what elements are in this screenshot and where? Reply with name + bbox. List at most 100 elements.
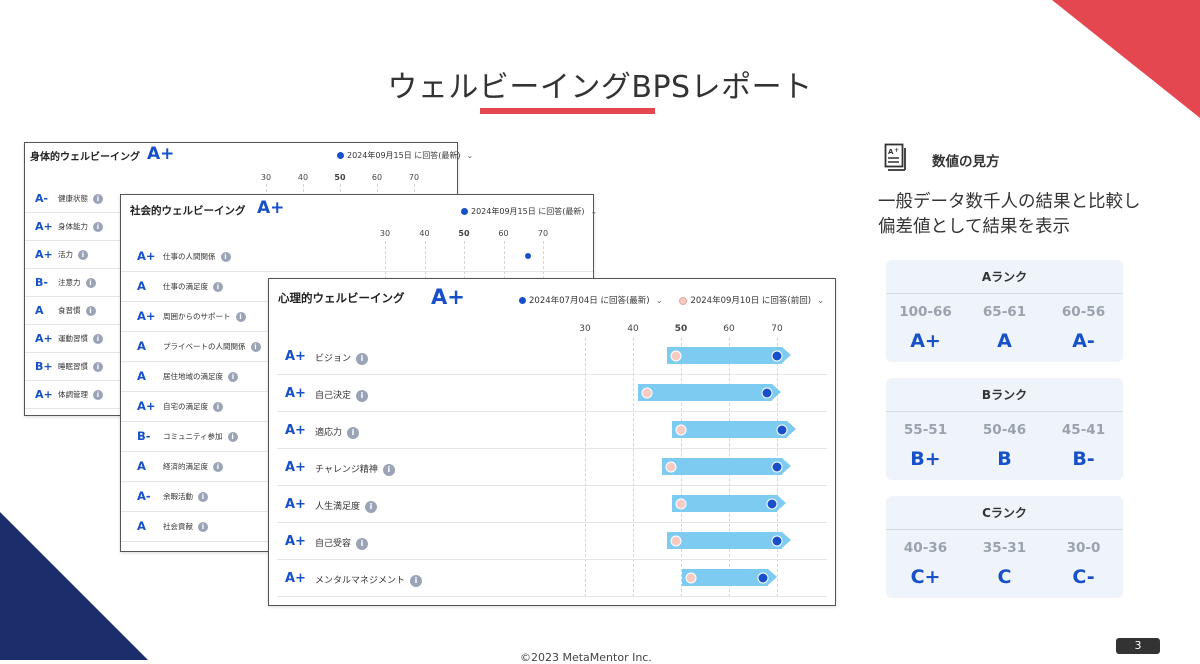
rank-range: 40-36 [903, 540, 948, 556]
date-selector[interactable]: 2024年09月15日 に回答(最新) ⌄ [461, 206, 597, 217]
info-icon[interactable]: i [213, 402, 223, 412]
info-icon[interactable]: i [93, 334, 103, 344]
info-icon[interactable]: i [85, 278, 96, 288]
row-label: 体調管理 i [58, 389, 103, 400]
date-selector[interactable]: 2024年09月15日 に回答(最新) ⌄ [337, 150, 473, 161]
rank-range: 35-31 [982, 540, 1027, 556]
info-icon[interactable]: i [85, 306, 96, 316]
axis-tick-label: 30 [379, 229, 391, 238]
row-label: 健康状態 i [58, 193, 103, 204]
row-label-text: 睡眠習慣 [58, 362, 88, 371]
previous-score-point [675, 424, 687, 435]
row-grade: B- [137, 429, 151, 443]
info-icon[interactable]: i [93, 194, 103, 204]
previous-dot-icon [679, 296, 688, 305]
description-line: 偏差値として結果を表示 [878, 217, 1070, 237]
score-row: A+ 人生満足度 i [277, 486, 827, 523]
info-icon[interactable]: i [250, 342, 261, 352]
info-icon[interactable]: i [198, 492, 208, 502]
rank-divider [886, 411, 1123, 412]
axis-tick-label: 30 [579, 324, 591, 334]
info-icon[interactable]: i [356, 352, 369, 365]
row-grade: A+ [285, 534, 306, 549]
row-label: 社会貢献 i [163, 521, 208, 532]
row-label: 余暇活動 i [163, 491, 208, 502]
rank-range: 100-66 [899, 304, 952, 320]
row-label-text: 注意力 [58, 278, 81, 287]
row-label-text: 体調管理 [58, 390, 88, 399]
score-bar [672, 421, 796, 438]
info-icon[interactable]: i [198, 522, 208, 532]
row-label-text: 食習慣 [58, 306, 81, 315]
row-grade: A+ [137, 399, 156, 413]
info-icon[interactable]: i [213, 282, 223, 292]
info-icon[interactable]: i [78, 250, 88, 260]
info-icon[interactable]: i [356, 537, 369, 550]
row-label-text: コミュニティ参加 [163, 432, 223, 441]
rank-title: Aランク [981, 270, 1028, 284]
info-icon[interactable]: i [410, 574, 423, 587]
current-score-point [776, 424, 788, 435]
row-label: 周囲からのサポート i [163, 311, 246, 322]
info-icon[interactable]: i [228, 372, 238, 382]
row-grade: A+ [35, 248, 53, 261]
info-icon[interactable]: i [93, 222, 103, 232]
info-icon[interactable]: i [235, 312, 246, 322]
info-icon[interactable]: i [227, 432, 238, 442]
score-row: A+ 適応力 i [277, 412, 827, 449]
current-score-point [525, 253, 531, 259]
info-icon[interactable]: i [365, 500, 378, 513]
row-grade: A+ [285, 571, 306, 586]
row-label: 自己受容 i [315, 536, 369, 550]
score-row: A+ 自己受容 i [277, 523, 827, 560]
legend-current-selector[interactable]: 2024年07月04日 に回答(最新) ⌄ [519, 296, 663, 306]
chevron-down-icon: ⌄ [655, 296, 663, 306]
row-label: 睡眠習慣 i [58, 361, 103, 372]
axis-tick-label: 60 [498, 229, 509, 238]
chevron-down-icon: ⌄ [590, 207, 598, 216]
legend-previous-selector[interactable]: 2024年09月10日 に回答(前回) ⌄ [679, 296, 824, 306]
row-grade: A+ [137, 249, 156, 263]
info-icon[interactable]: i [347, 426, 360, 439]
row-grade: A [137, 459, 146, 473]
document-grade-icon: A + [884, 143, 906, 171]
overall-grade: A+ [431, 285, 465, 309]
row-grade: A [137, 519, 146, 533]
row-label: 経済的満足度 i [163, 461, 223, 472]
rank-grade: B+ [910, 448, 941, 470]
row-label-text: 周囲からのサポート [163, 312, 231, 321]
info-icon[interactable]: i [382, 463, 395, 476]
legend-previous: 2024年09月10日 に回答(前回) [690, 296, 812, 306]
info-icon[interactable]: i [213, 462, 223, 472]
current-score-point [771, 350, 783, 361]
current-score-point [766, 498, 778, 509]
score-bar [638, 384, 782, 401]
chevron-down-icon: ⌄ [817, 296, 825, 306]
row-grade: A [35, 304, 44, 317]
current-dot-icon [519, 297, 526, 304]
row-label: 自宅の満足度 i [163, 401, 223, 412]
info-icon[interactable]: i [93, 362, 103, 372]
row-label: 適応力 i [315, 425, 360, 439]
row-label: 仕事の満足度 i [163, 281, 223, 292]
row-label: 人生満足度 i [315, 499, 378, 513]
previous-score-point [665, 461, 677, 472]
row-grade: A+ [285, 460, 306, 475]
row-label: コミュニティ参加 i [163, 431, 238, 442]
axis-tick-label: 50 [334, 173, 346, 182]
row-label: 注意力 i [58, 277, 96, 288]
info-icon[interactable]: i [93, 390, 103, 400]
rank-grade: C [997, 566, 1012, 588]
axis-tick-label: 40 [627, 324, 639, 334]
row-grade: A- [137, 489, 151, 503]
row-label: メンタルマネジメント i [315, 573, 423, 587]
score-row: A+ チャレンジ精神 i [277, 449, 827, 486]
info-icon[interactable]: i [220, 252, 231, 262]
row-label: 仕事の人間関係 i [163, 251, 231, 262]
current-score-point [757, 572, 769, 583]
rank-grade: A [997, 330, 1012, 352]
row-label-text: 自宅の満足度 [163, 402, 208, 411]
current-dot-icon [337, 152, 344, 159]
axis-tick-label: 40 [297, 173, 309, 182]
info-icon[interactable]: i [356, 389, 369, 402]
